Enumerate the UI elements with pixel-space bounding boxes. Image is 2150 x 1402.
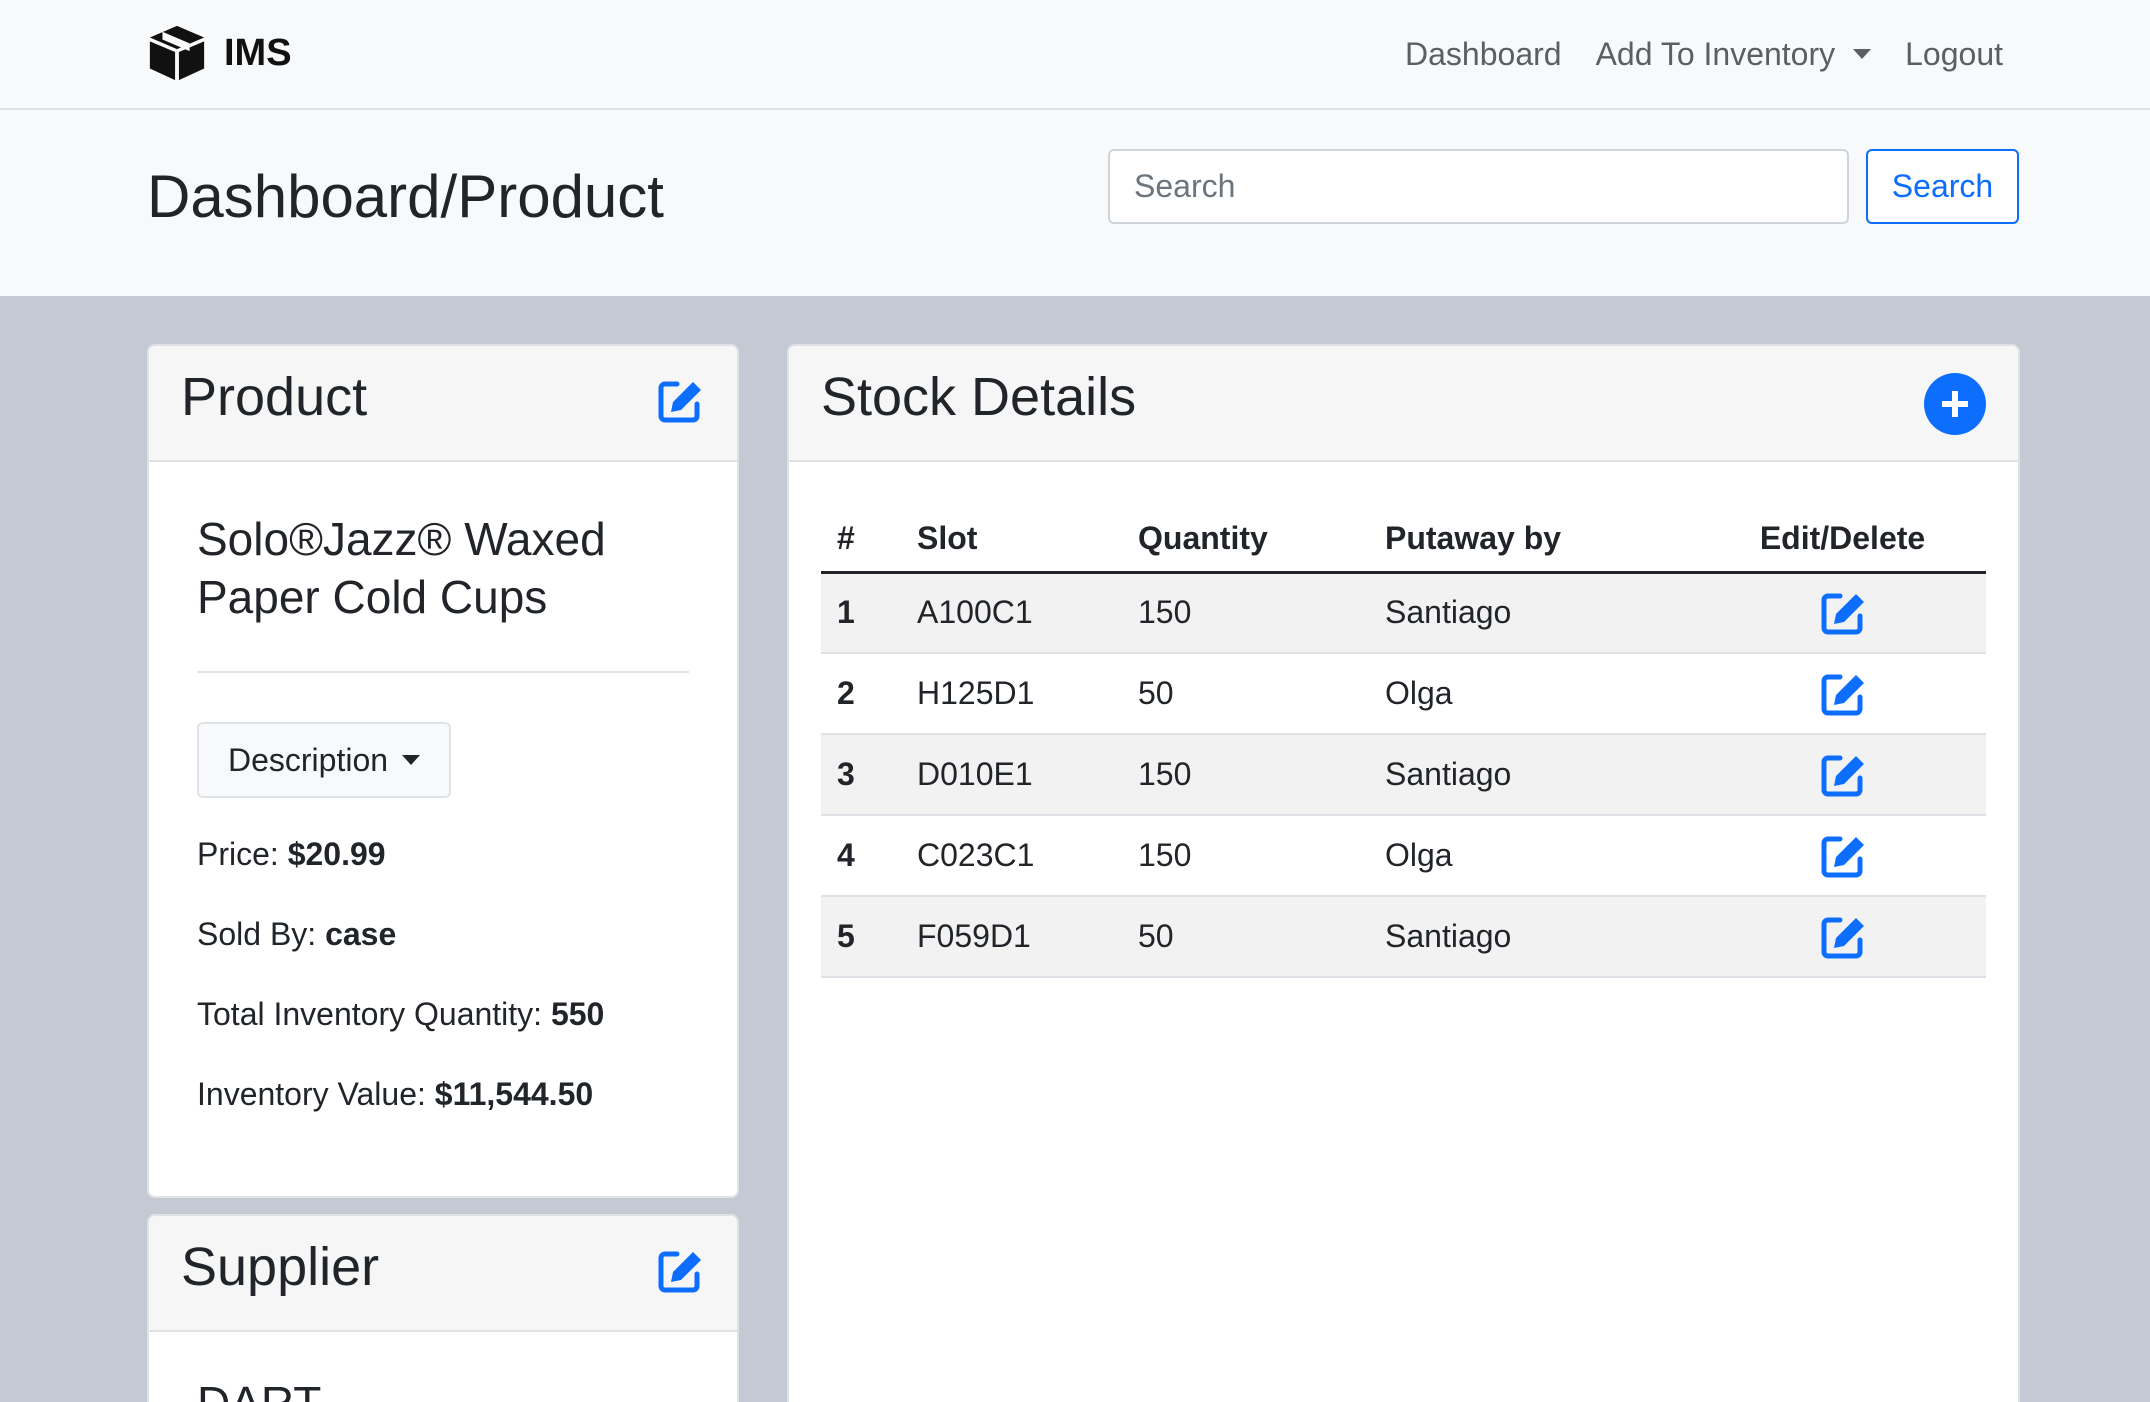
row-putaway-by: Olga [1369,815,1699,897]
table-row: 3 D010E1 150 Santiago [821,734,1986,816]
sold-by-value: case [325,916,397,952]
add-stock-button[interactable] [1924,373,1986,435]
column-header-putaway-by: Putaway by [1369,506,1699,574]
total-quantity-label: Total Inventory Quantity: [197,996,543,1032]
brand-link[interactable]: IMS [146,22,292,84]
caret-down-icon [1853,49,1872,59]
search-button[interactable]: Search [1866,149,2019,224]
row-actions [1699,896,1986,978]
row-putaway-by: Santiago [1369,896,1699,978]
row-actions [1699,653,1986,735]
row-quantity: 50 [1122,653,1369,735]
row-slot: F059D1 [901,896,1122,978]
description-label: Description [227,741,389,778]
total-quantity-row: Total Inventory Quantity: 550 [197,996,604,1033]
total-quantity-value: 550 [550,996,605,1032]
row-actions [1699,815,1986,897]
nav-add-to-inventory-dropdown[interactable]: Add To Inventory [1596,36,1872,73]
edit-supplier-icon[interactable] [655,1246,705,1296]
nav-links: Dashboard Add To Inventory Logout [1371,0,2003,108]
inventory-value-label: Inventory Value: [197,1076,426,1112]
table-row: 4 C023C1 150 Olga [821,815,1986,897]
edit-product-icon[interactable] [655,376,705,426]
row-putaway-by: Santiago [1369,572,1699,654]
supplier-card-title: Supplier [181,1237,380,1297]
search-input[interactable] [1108,149,1849,224]
page-title: Dashboard/Product [147,163,664,230]
box-icon [149,25,205,81]
row-number: 3 [821,734,901,816]
edit-icon[interactable] [1818,750,1868,800]
price-label: Price: [197,836,279,872]
inventory-value-value: $11,544.50 [434,1076,594,1112]
product-card-header: Product [149,346,737,462]
row-slot: H125D1 [901,653,1122,735]
description-dropdown-button[interactable]: Description [197,722,451,798]
column-header-edit-delete: Edit/Delete [1699,506,1986,574]
supplier-name: DART [197,1376,321,1402]
plus-circle-icon [1942,391,1968,417]
row-number: 2 [821,653,901,735]
row-slot: C023C1 [901,815,1122,897]
edit-icon[interactable] [1818,588,1868,638]
price-row: Price: $20.99 [197,836,386,873]
price-value: $20.99 [287,836,386,872]
table-row: 1 A100C1 150 Santiago [821,572,1986,654]
page-header: Dashboard/Product Search [0,110,2150,296]
sold-by-label: Sold By: [197,916,317,952]
navbar: IMS Dashboard Add To Inventory Logout [0,0,2150,110]
nav-add-to-inventory-label: Add To Inventory [1595,35,1836,72]
row-number: 5 [821,896,901,978]
stock-table-header: # Slot Quantity Putaway by Edit/Delete [821,506,1986,574]
row-quantity: 150 [1122,815,1369,897]
table-row: 2 H125D1 50 Olga [821,653,1986,735]
product-name: Solo®Jazz® Waxed Paper Cold Cups [197,513,606,623]
caret-down-icon [402,755,421,765]
column-header-slot: Slot [901,506,1122,574]
sold-by-row: Sold By: case [197,916,396,953]
stock-details-card: Stock Details # Slot Quantity Putaway by… [787,344,2020,1402]
column-header-quantity: Quantity [1122,506,1369,574]
row-actions [1699,734,1986,816]
nav-dashboard-link[interactable]: Dashboard [1405,36,1562,73]
inventory-value-row: Inventory Value: $11,544.50 [197,1076,593,1113]
product-divider [197,671,689,673]
edit-icon[interactable] [1818,669,1868,719]
nav-logout-label: Logout [1905,35,2003,72]
row-number: 4 [821,815,901,897]
stock-card-title: Stock Details [821,367,1137,427]
stock-table: # Slot Quantity Putaway by Edit/Delete 1… [821,506,1986,978]
nav-logout-link[interactable]: Logout [1905,36,2003,73]
product-card: Product Solo®Jazz® Waxed Paper Cold Cups… [147,344,739,1198]
column-header-number: # [821,506,901,574]
row-slot: D010E1 [901,734,1122,816]
nav-dashboard-label: Dashboard [1405,35,1562,72]
row-number: 1 [821,572,901,654]
stock-card-header: Stock Details [789,346,2018,462]
supplier-card-header: Supplier [149,1216,737,1332]
edit-icon[interactable] [1818,831,1868,881]
product-card-title: Product [181,367,368,427]
row-putaway-by: Santiago [1369,734,1699,816]
supplier-card: Supplier DART [147,1214,739,1402]
row-quantity: 50 [1122,896,1369,978]
table-row: 5 F059D1 50 Santiago [821,896,1986,978]
row-putaway-by: Olga [1369,653,1699,735]
row-slot: A100C1 [901,572,1122,654]
row-actions [1699,572,1986,654]
row-quantity: 150 [1122,572,1369,654]
row-quantity: 150 [1122,734,1369,816]
brand-text: IMS [224,31,292,74]
edit-icon[interactable] [1818,912,1868,962]
